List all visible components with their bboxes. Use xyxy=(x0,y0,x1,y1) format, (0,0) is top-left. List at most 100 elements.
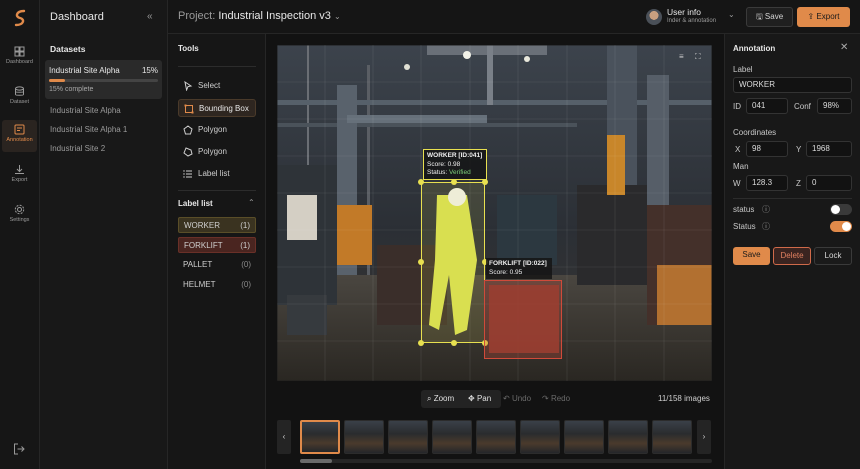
dataset-item-active[interactable]: Industrial Site Alpha 15% 15% complete xyxy=(45,60,162,99)
tool-polygon[interactable]: Polygon xyxy=(178,121,256,139)
collapse-icon[interactable]: « xyxy=(147,11,153,22)
info-icon: ⓘ xyxy=(762,205,770,214)
filmstrip-thumb[interactable] xyxy=(476,420,516,454)
label-tag-pallet[interactable]: PALLET (0) xyxy=(178,257,256,273)
redo-icon: ↷ xyxy=(542,394,549,403)
filmstrip-thumb[interactable] xyxy=(608,420,648,454)
tag-count: (1) xyxy=(240,241,250,250)
database-icon xyxy=(15,86,24,96)
export-button[interactable]: ⇪ Export xyxy=(797,7,850,27)
filmstrip-thumb[interactable] xyxy=(432,420,472,454)
delete-button[interactable]: Delete xyxy=(773,247,811,265)
rail-dashboard[interactable]: Dashboard xyxy=(2,42,37,74)
annotation-panel: Annotation ✕ Label WORKER ID 041 Conf 98… xyxy=(724,34,860,469)
status-toggle-on[interactable] xyxy=(830,221,852,232)
close-icon[interactable]: ✕ xyxy=(840,42,848,53)
forklift-bounding-box[interactable] xyxy=(484,280,562,359)
annotation-save-button[interactable]: Save xyxy=(733,247,770,265)
tag-count: (0) xyxy=(241,280,251,289)
image-canvas[interactable]: WORKER [ID:041] Score: 0.98 Status: Veri… xyxy=(277,45,712,381)
dataset-item[interactable]: Industrial Site Alpha xyxy=(50,106,121,115)
tool-polygon-2[interactable]: Polygon xyxy=(178,143,256,161)
redo-label: Redo xyxy=(550,394,571,403)
lock-button[interactable]: Lock xyxy=(814,247,852,265)
label-tag-forklift[interactable]: FORKLIFT (1) xyxy=(178,237,256,253)
forklift-box-label: FORKLIFT [ID:022] Score: 0.95 xyxy=(486,258,552,279)
filmstrip-thumb[interactable] xyxy=(652,420,692,454)
bbox-handle[interactable] xyxy=(418,340,424,346)
dashboard-icon xyxy=(14,46,25,57)
conf-field[interactable]: 98% xyxy=(817,98,852,114)
project-name: Industrial Inspection v3 xyxy=(218,10,331,22)
app-logo[interactable] xyxy=(10,8,30,28)
chevron-up-icon[interactable]: ⌃ xyxy=(248,198,255,207)
tool-label: Label list xyxy=(198,169,230,178)
filmstrip-next-button[interactable]: › xyxy=(697,420,711,454)
id-field[interactable]: 041 xyxy=(746,98,788,114)
user-menu[interactable]: User info Inder & annotation ⌄ xyxy=(646,7,738,27)
dataset-item[interactable]: Industrial Site Alpha 1 xyxy=(50,125,127,134)
polygon-icon xyxy=(183,147,193,157)
label-list-heading: Label list xyxy=(178,199,213,208)
label-tag-helmet[interactable]: HELMET (0) xyxy=(178,277,256,293)
filmstrip-thumb[interactable] xyxy=(520,420,560,454)
tag-count: (0) xyxy=(241,260,251,269)
tool-bounding-box[interactable]: Bounding Box xyxy=(178,99,256,117)
rail-annotation[interactable]: Annotation xyxy=(2,120,37,152)
filmstrip-thumb[interactable] xyxy=(388,420,428,454)
y-field[interactable]: 1968 xyxy=(806,141,852,157)
divider xyxy=(178,66,256,67)
box-score: Score: 0.95 xyxy=(489,268,523,276)
rail-export[interactable]: Export xyxy=(2,160,37,192)
rail-settings[interactable]: Settings xyxy=(2,200,37,232)
pan-label: Pan xyxy=(476,394,492,403)
filmstrip-thumb[interactable] xyxy=(344,420,384,454)
tool-select[interactable]: Select xyxy=(178,77,256,95)
dataset-sidebar: Dashboard « Datasets Industrial Site Alp… xyxy=(40,0,168,469)
box-status: Status: Verified xyxy=(427,169,483,178)
label-input[interactable]: WORKER xyxy=(733,77,852,93)
dataset-name: Industrial Site Alpha xyxy=(49,66,120,75)
move-icon: ✥ xyxy=(468,394,475,403)
tool-label: Select xyxy=(198,81,221,90)
tool-label-list[interactable]: Label list xyxy=(178,165,256,183)
worker-box-label: WORKER [ID:041] Score: 0.98 Status: Veri… xyxy=(423,149,487,180)
label-tag-worker[interactable]: WORKER (1) xyxy=(178,217,256,233)
download-icon xyxy=(15,165,24,174)
scrollbar-thumb[interactable] xyxy=(300,459,332,463)
logout-icon[interactable] xyxy=(13,443,25,457)
filmstrip-thumb[interactable] xyxy=(564,420,604,454)
nav-rail: Dashboard Dataset Annotation Export Sett… xyxy=(0,0,40,469)
zoom-button[interactable]: ⌕ Zoom xyxy=(427,394,454,404)
project-selector[interactable]: Project: Industrial Inspection v3 ⌄ xyxy=(178,10,341,22)
gear-icon xyxy=(14,204,25,215)
pan-button[interactable]: ✥ Pan xyxy=(468,394,491,403)
z-field[interactable]: 0 xyxy=(806,175,852,191)
tag-name: HELMET xyxy=(183,280,216,289)
progress-track xyxy=(49,79,158,82)
fullscreen-icon[interactable]: ⛶ xyxy=(695,52,701,62)
bbox-handle[interactable] xyxy=(451,340,457,346)
undo-button[interactable]: ↶ Undo xyxy=(503,394,531,403)
header-save-button[interactable]: 🖫 Save xyxy=(746,7,793,27)
x-field[interactable]: 98 xyxy=(746,141,788,157)
filmstrip-scrollbar[interactable] xyxy=(300,459,712,463)
dataset-item[interactable]: Industrial Site 2 xyxy=(50,144,105,153)
redo-button[interactable]: ↷ Redo xyxy=(542,394,570,403)
filmstrip-thumb[interactable] xyxy=(300,420,340,454)
rail-dataset[interactable]: Dataset xyxy=(2,82,37,114)
save-label: Save xyxy=(764,12,784,21)
tool-label: Polygon xyxy=(198,147,227,156)
undo-icon: ↶ xyxy=(503,394,510,403)
datasets-heading: Datasets xyxy=(50,44,86,54)
x-label: X xyxy=(735,145,741,154)
filmstrip-prev-button[interactable]: ‹ xyxy=(277,420,291,454)
status-toggle-off[interactable] xyxy=(830,204,852,215)
bbox-handle[interactable] xyxy=(418,259,424,265)
w-field[interactable]: 128.3 xyxy=(746,175,788,191)
worker-bounding-box[interactable] xyxy=(421,182,485,343)
status-value: Verified xyxy=(449,169,471,176)
toggle-knob xyxy=(831,205,840,214)
canvas-menu-icon[interactable]: ≡ xyxy=(679,52,684,61)
upload-icon: ⇪ xyxy=(807,12,815,21)
